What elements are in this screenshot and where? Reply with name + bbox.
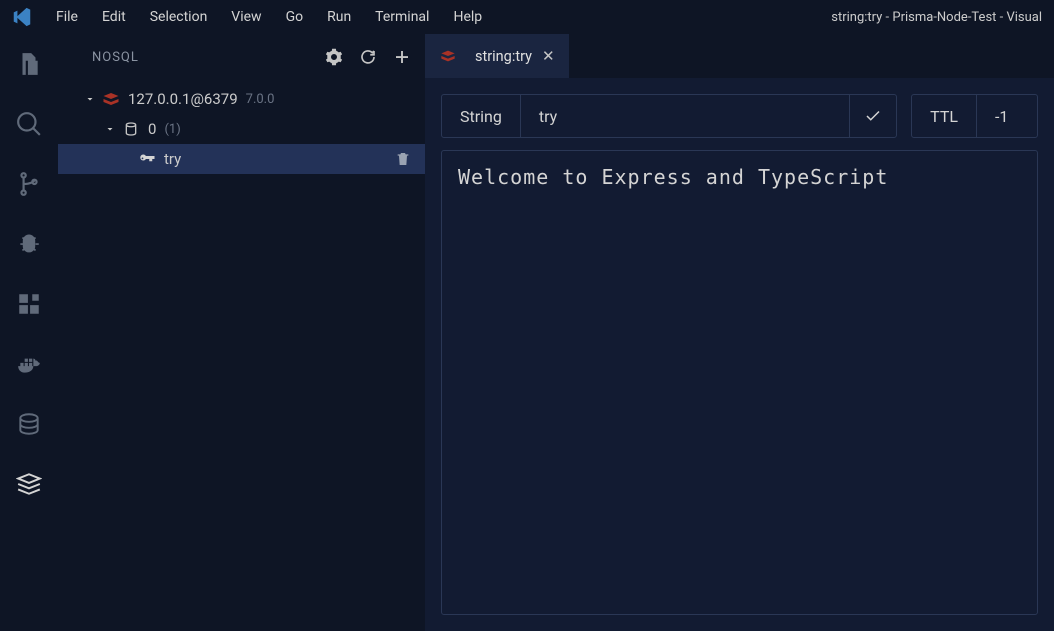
add-icon[interactable] [393, 48, 411, 66]
key-name-input[interactable]: try [521, 95, 850, 137]
connection-tree: 127.0.0.1@6379 7.0.0 0 (1) try [58, 80, 425, 178]
debug-icon[interactable] [13, 228, 45, 260]
key-icon [138, 150, 156, 168]
key-name-group: String try [441, 94, 897, 138]
main-area: NOSQL 127.0.0.1 [0, 34, 1054, 631]
delete-icon[interactable] [395, 151, 411, 167]
connection-version: 7.0.0 [246, 92, 275, 107]
chevron-down-icon [82, 93, 98, 105]
type-label: String [442, 95, 521, 137]
redis-icon [439, 47, 457, 65]
window-title: string:try - Prisma-Node-Test - Visual [831, 10, 1046, 25]
extensions-icon[interactable] [13, 288, 45, 320]
tab-string-try[interactable]: string:try ✕ [425, 34, 570, 78]
database-small-icon [122, 120, 140, 138]
ttl-value-input[interactable]: -1 [977, 95, 1037, 137]
redis-icon [102, 90, 120, 108]
nosql-icon[interactable] [13, 468, 45, 500]
menu-terminal[interactable]: Terminal [363, 5, 441, 29]
docker-icon[interactable] [13, 348, 45, 380]
editor-area: string:try ✕ String try TTL -1 Welcome t… [425, 34, 1054, 631]
key-controls: String try TTL -1 [425, 78, 1054, 150]
settings-icon[interactable] [325, 48, 343, 66]
menu-view[interactable]: View [219, 5, 273, 29]
chevron-down-icon [102, 123, 118, 135]
ttl-label: TTL [912, 95, 977, 137]
explorer-icon[interactable] [13, 48, 45, 80]
key-row[interactable]: try [58, 144, 425, 174]
refresh-icon[interactable] [359, 48, 377, 66]
key-name: try [164, 150, 181, 168]
confirm-icon[interactable] [850, 95, 896, 137]
close-icon[interactable]: ✕ [542, 47, 555, 65]
database-icon[interactable] [13, 408, 45, 440]
menu-edit[interactable]: Edit [90, 5, 138, 29]
sidebar-title: NOSQL [92, 50, 139, 65]
search-icon[interactable] [13, 108, 45, 140]
menu-file[interactable]: File [44, 5, 90, 29]
database-keycount: (1) [164, 122, 180, 137]
tab-label: string:try [475, 48, 532, 65]
sidebar-header: NOSQL [58, 34, 425, 80]
value-editor[interactable]: Welcome to Express and TypeScript [441, 150, 1038, 615]
database-row[interactable]: 0 (1) [58, 114, 425, 144]
menu-bar: File Edit Selection View Go Run Terminal… [0, 0, 1054, 34]
menu-help[interactable]: Help [441, 5, 494, 29]
activity-bar [0, 34, 58, 631]
menu-selection[interactable]: Selection [138, 5, 220, 29]
tab-bar: string:try ✕ [425, 34, 1054, 78]
source-control-icon[interactable] [13, 168, 45, 200]
sidebar-panel: NOSQL 127.0.0.1 [58, 34, 425, 631]
menu-run[interactable]: Run [315, 5, 363, 29]
ttl-group: TTL -1 [911, 94, 1038, 138]
connection-label: 127.0.0.1@6379 [128, 90, 238, 108]
connection-row[interactable]: 127.0.0.1@6379 7.0.0 [58, 84, 425, 114]
menu-go[interactable]: Go [274, 5, 316, 29]
vscode-logo-icon [8, 6, 36, 28]
database-index: 0 [148, 120, 156, 138]
